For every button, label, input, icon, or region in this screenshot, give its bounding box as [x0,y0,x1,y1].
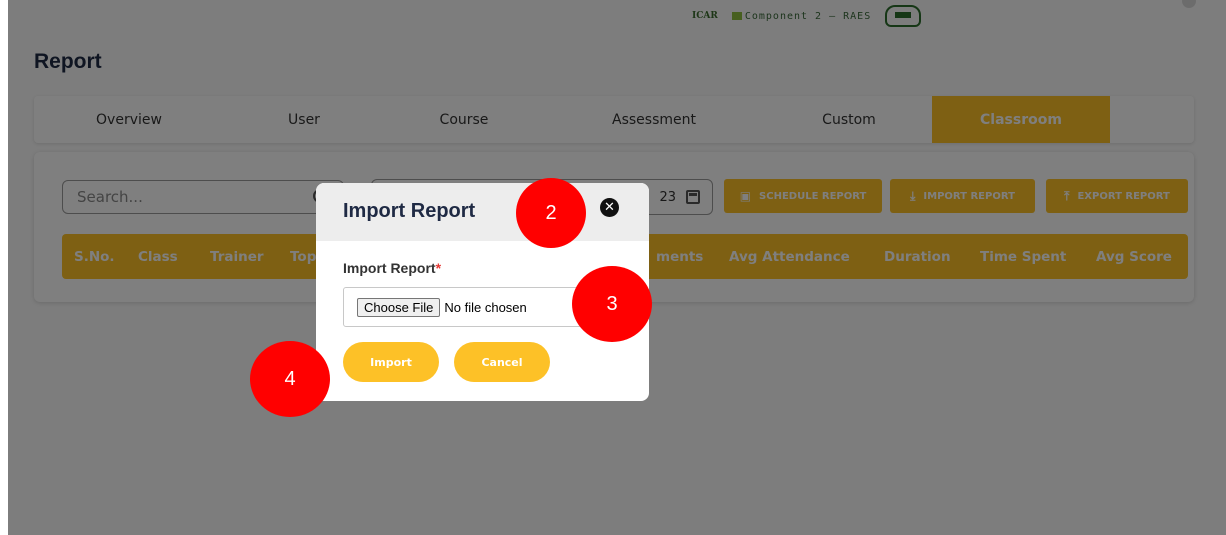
required-mark: * [435,260,442,276]
choose-file-button[interactable]: Choose File [357,297,441,317]
import-field-label: Import Report* [343,260,441,276]
annotation-marker-3: 3 [572,266,652,342]
annotation-marker-2: 2 [516,178,586,248]
file-status: No file chosen [444,299,527,315]
close-icon[interactable]: ✕ [600,198,619,217]
dialog-title: Import Report [343,200,476,222]
import-button[interactable]: Import [343,342,439,382]
dialog-header: Import Report ✕ [316,183,649,241]
annotation-marker-4: 4 [250,341,330,417]
import-field-label-text: Import Report [343,260,436,276]
cancel-button[interactable]: Cancel [454,342,550,382]
